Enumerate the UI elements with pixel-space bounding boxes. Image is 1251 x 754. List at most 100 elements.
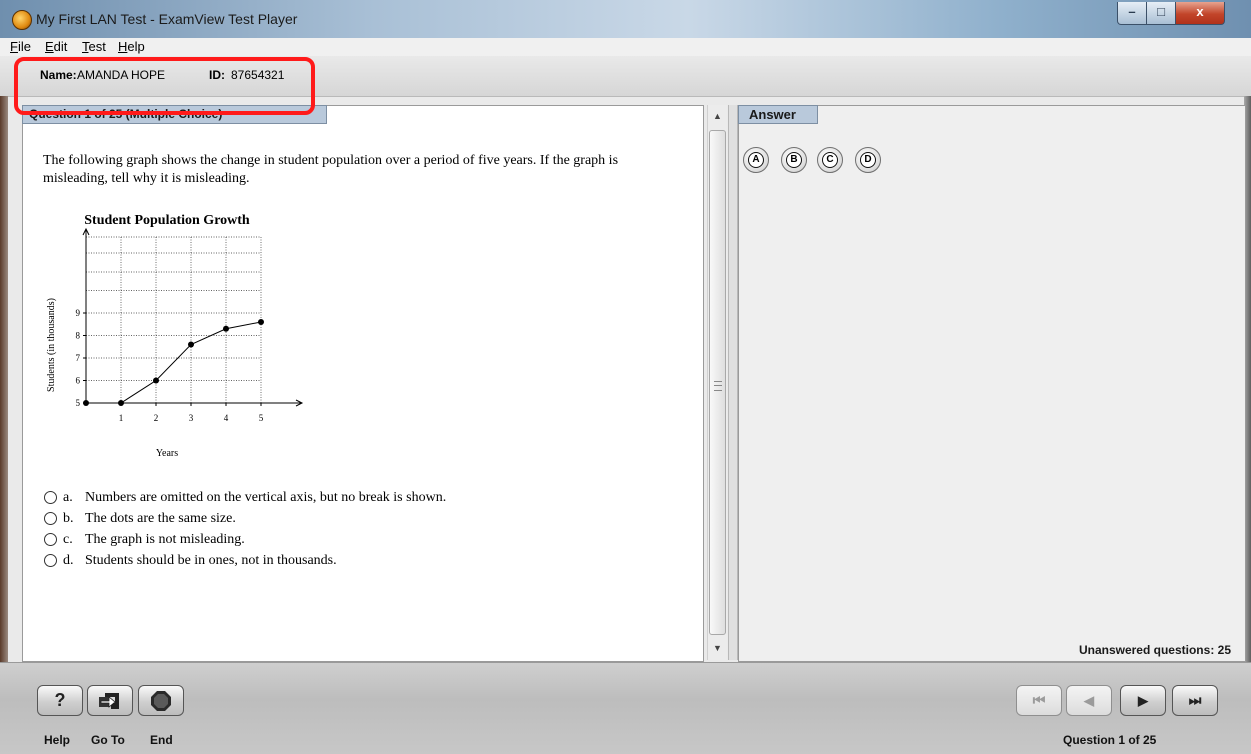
left-frame bbox=[0, 96, 8, 662]
answer-c-button[interactable]: C bbox=[817, 147, 843, 173]
answer-a-button[interactable]: A bbox=[743, 147, 769, 173]
chart-point bbox=[153, 377, 159, 384]
chart-x-tick-label: 2 bbox=[154, 413, 159, 423]
chart-point bbox=[83, 400, 89, 406]
chart-y-tick-label: 5 bbox=[76, 398, 81, 408]
end-label: End bbox=[150, 733, 173, 747]
minimize-button[interactable]: – bbox=[1117, 2, 1147, 25]
stop-icon bbox=[151, 690, 171, 711]
previous-icon: ◀ bbox=[1084, 692, 1094, 708]
last-question-button[interactable]: ⏭ bbox=[1172, 685, 1218, 716]
chart-y-tick-label: 8 bbox=[76, 331, 81, 341]
question-tab[interactable]: Question 1 of 25 (Multiple Choice) bbox=[22, 105, 327, 124]
scroll-down-icon[interactable]: ▼ bbox=[708, 640, 727, 657]
student-name: AMANDA HOPE bbox=[77, 68, 166, 82]
radio-b[interactable] bbox=[44, 512, 57, 525]
choice-c[interactable]: c. The graph is not misleading. bbox=[44, 529, 446, 550]
line-chart: Student Population Growth 5 6 7 8 9 1 2 3 4 5 Ye… bbox=[46, 213, 304, 459]
menu-help[interactable]: Help bbox=[118, 39, 145, 54]
student-id: 87654321 bbox=[231, 68, 285, 82]
chart-x-tick-label: 1 bbox=[119, 413, 124, 423]
menu-bar: File Edit Test Help bbox=[0, 38, 1251, 56]
goto-icon bbox=[99, 692, 119, 709]
chart-y-tick-label: 7 bbox=[76, 353, 81, 363]
next-question-button[interactable]: ▶ bbox=[1120, 685, 1166, 716]
answer-c-label: C bbox=[822, 152, 838, 168]
goto-button[interactable] bbox=[87, 685, 133, 716]
chart-point bbox=[118, 400, 124, 406]
end-button[interactable] bbox=[138, 685, 184, 716]
choice-letter: d. bbox=[63, 552, 74, 568]
choice-letter: a. bbox=[63, 489, 73, 505]
choice-text: The graph is not misleading. bbox=[85, 531, 245, 547]
scroll-thumb[interactable] bbox=[709, 130, 726, 635]
pane-splitter[interactable] bbox=[728, 105, 738, 660]
chart-y-tick-label: 9 bbox=[76, 308, 81, 318]
question-scrollbar[interactable]: ▲ ▼ bbox=[707, 105, 727, 660]
menu-test[interactable]: Test bbox=[82, 39, 106, 54]
chart-series-line bbox=[86, 321, 262, 404]
help-icon: ? bbox=[54, 690, 66, 710]
chart-axes bbox=[82, 227, 304, 407]
chart-x-tick-label: 3 bbox=[189, 413, 194, 423]
chart-grid bbox=[86, 236, 262, 403]
next-icon: ▶ bbox=[1138, 692, 1148, 708]
student-info-bar: Name: AMANDA HOPE ID: 87654321 bbox=[0, 56, 1251, 97]
choice-a[interactable]: a. Numbers are omitted on the vertical ax… bbox=[44, 487, 446, 508]
chart-point bbox=[223, 325, 229, 332]
choice-text: Numbers are omitted on the vertical axis… bbox=[85, 489, 447, 505]
chart-y-ticks: 5 6 7 8 9 bbox=[76, 308, 86, 408]
chart-y-tick-label: 6 bbox=[76, 376, 81, 386]
radio-d[interactable] bbox=[44, 554, 57, 567]
answer-b-label: B bbox=[786, 152, 802, 168]
choice-b[interactable]: b. The dots are the same size. bbox=[44, 508, 446, 529]
question-counter: Question 1 of 25 bbox=[1063, 733, 1157, 747]
answer-d-label: D bbox=[860, 152, 876, 168]
grip-icon bbox=[714, 381, 722, 391]
radio-c[interactable] bbox=[44, 533, 57, 546]
chart-series bbox=[83, 319, 264, 406]
help-label: Help bbox=[44, 733, 71, 747]
answer-a-label: A bbox=[748, 152, 764, 168]
choice-text: Students should be in ones, not in thous… bbox=[85, 552, 337, 568]
chart-x-ticks: 1 2 3 4 5 bbox=[119, 403, 264, 423]
chart-y-label: Students (in thousands) bbox=[46, 298, 57, 392]
window-title: My First LAN Test - ExamView Test Player bbox=[36, 11, 298, 27]
title-bar: My First LAN Test - ExamView Test Player… bbox=[0, 0, 1251, 39]
close-icon: x bbox=[1196, 4, 1204, 19]
scroll-up-icon[interactable]: ▲ bbox=[708, 108, 727, 125]
last-icon: ⏭ bbox=[1188, 692, 1202, 708]
app-icon bbox=[12, 10, 32, 30]
close-button[interactable]: x bbox=[1175, 2, 1225, 25]
first-icon: ⏮ bbox=[1032, 692, 1046, 708]
previous-question-button[interactable]: ◀ bbox=[1066, 685, 1112, 716]
answer-d-button[interactable]: D bbox=[855, 147, 881, 173]
goto-label: Go To bbox=[91, 733, 125, 747]
minimize-icon: – bbox=[1128, 4, 1136, 19]
answer-tab[interactable]: Answer bbox=[738, 105, 818, 124]
maximize-button[interactable]: □ bbox=[1146, 2, 1176, 25]
choice-text: The dots are the same size. bbox=[85, 510, 236, 526]
id-label: ID: bbox=[209, 68, 225, 82]
name-label: Name: bbox=[40, 68, 77, 82]
chart-title: Student Population Growth bbox=[84, 213, 250, 228]
examview-window: My First LAN Test - ExamView Test Player… bbox=[0, 0, 1251, 754]
answer-b-button[interactable]: B bbox=[781, 147, 807, 173]
chart-x-tick-label: 5 bbox=[259, 413, 264, 423]
chart-point bbox=[188, 341, 194, 348]
menu-file[interactable]: File bbox=[10, 39, 31, 54]
maximize-icon: □ bbox=[1157, 4, 1165, 19]
choice-letter: c. bbox=[63, 531, 73, 547]
chart-x-tick-label: 4 bbox=[224, 413, 229, 423]
chart-x-label: Years bbox=[156, 448, 178, 459]
question-stem: The following graph shows the change in … bbox=[43, 153, 619, 186]
unanswered-count: Unanswered questions: 25 bbox=[1078, 643, 1231, 657]
choice-d[interactable]: d. Students should be in ones, not in tho… bbox=[44, 550, 446, 571]
answer-choices: a. Numbers are omitted on the vertical ax… bbox=[44, 487, 446, 571]
menu-edit[interactable]: Edit bbox=[45, 39, 67, 54]
choice-letter: b. bbox=[63, 510, 74, 526]
answer-pane bbox=[738, 105, 1246, 662]
help-button[interactable]: ? bbox=[37, 685, 83, 716]
radio-a[interactable] bbox=[44, 491, 57, 504]
first-question-button[interactable]: ⏮ bbox=[1016, 685, 1062, 716]
